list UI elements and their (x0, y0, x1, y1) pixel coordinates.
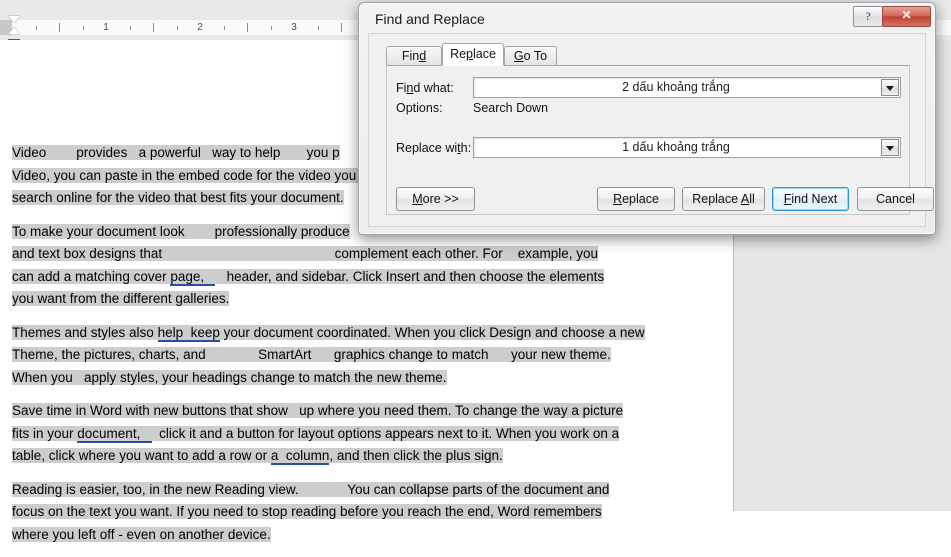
document-paragraph: Themes and styles also help keep your do… (12, 322, 712, 390)
document-text-run: , and then click the plus sign. (329, 448, 502, 463)
ruler-tick (36, 26, 37, 30)
ruler-number: 2 (197, 20, 203, 35)
replace-with-label: Replace with: (396, 141, 471, 155)
ruler-tick (318, 26, 319, 30)
ruler-tick (83, 26, 84, 30)
find-what-combobox[interactable]: 2 dấu khoảng trắng (473, 77, 901, 98)
grammar-flagged-text: page, (170, 269, 215, 286)
replace-all-button[interactable]: Replace All (682, 187, 765, 211)
hanging-indent-marker[interactable] (8, 27, 20, 34)
replace-tab-panel: Find what: 2 dấu khoảng trắng Options: S… (386, 65, 910, 215)
dialog-title-bar[interactable]: Find and Replace ? ✕ (359, 3, 935, 35)
dialog-title: Find and Replace (375, 11, 485, 27)
document-paragraph: Reading is easier, too, in the new Readi… (12, 479, 712, 547)
replace-with-combobox[interactable]: 1 dấu khoảng trắng (473, 137, 901, 158)
ruler-number: 1 (103, 20, 109, 35)
document-text-run: where you left off - even on another dev… (12, 527, 271, 542)
document-text-run: Video provides a powerful way to help yo… (12, 145, 340, 160)
document-text-run: your document coordinated. When you clic… (220, 325, 645, 340)
grammar-flagged-text: document, (77, 426, 151, 443)
dialog-body: Find Replace Go To Find what: 2 dấu khoả… (368, 33, 926, 227)
document-text-run: Video, you can paste in the embed code f… (12, 168, 360, 183)
tab-replace[interactable]: Replace (442, 43, 504, 66)
document-text-run: and text box designs that complement eac… (12, 246, 598, 261)
grammar-flagged-text: help keep (158, 325, 220, 342)
ruler-tick (224, 26, 225, 30)
document-text-run: search online for the video that best fi… (12, 190, 344, 205)
help-icon-button[interactable]: ? (853, 6, 883, 27)
find-and-replace-dialog: Find and Replace ? ✕ Find Replace Go To … (358, 2, 936, 235)
options-value: Search Down (473, 101, 548, 115)
ruler-number: 3 (291, 20, 297, 35)
tab-goto[interactable]: Go To (504, 46, 557, 65)
document-text-run: Theme, the pictures, charts, and SmartAr… (12, 347, 611, 362)
ruler-tick (341, 23, 342, 32)
more-button[interactable]: More >> (396, 187, 475, 211)
cancel-button[interactable]: Cancel (857, 187, 934, 211)
document-text-run: Themes and styles also (12, 325, 158, 340)
chevron-down-icon[interactable] (881, 139, 899, 156)
document-text-run: can add a matching cover (12, 269, 170, 284)
first-line-indent-marker[interactable] (8, 16, 20, 23)
word-application-window: 123456789 Video provides a powerful way … (0, 0, 951, 511)
tab-find[interactable]: Find (386, 46, 442, 65)
document-text-run: you want from the different galleries. (12, 291, 229, 306)
ruler-tick (153, 23, 154, 32)
close-icon-button[interactable]: ✕ (882, 6, 931, 27)
document-text-run: To make your document look professionall… (12, 224, 350, 239)
document-text-run: Reading is easier, too, in the new Readi… (12, 482, 609, 497)
document-text-run: When you apply styles, your headings cha… (12, 370, 447, 385)
options-label: Options: (396, 101, 443, 115)
document-text-run: focus on the text you want. If you need … (12, 504, 602, 519)
replace-button[interactable]: Replace (597, 187, 675, 211)
document-text-run: fits in your (12, 426, 77, 441)
ruler-tick (271, 26, 272, 30)
find-what-label: Find what: (396, 81, 454, 95)
grammar-flagged-text: a column (271, 448, 330, 465)
ruler-tick (177, 26, 178, 30)
document-text-run: Save time in Word with new buttons that … (12, 403, 623, 418)
replace-with-value[interactable]: 1 dấu khoảng trắng (474, 138, 878, 157)
find-what-value[interactable]: 2 dấu khoảng trắng (474, 78, 878, 97)
document-paragraph: Save time in Word with new buttons that … (12, 400, 712, 468)
dialog-tab-strip: Find Replace Go To (386, 43, 906, 65)
find-next-button[interactable]: Find Next (772, 187, 849, 211)
ruler-tick (59, 23, 60, 32)
chevron-down-icon[interactable] (881, 79, 899, 96)
document-text-run: click it and a button for layout options… (152, 426, 620, 441)
document-text-run: header, and sidebar. Click Insert and th… (215, 269, 604, 284)
ruler-tick (247, 23, 248, 32)
ruler-tick (130, 26, 131, 30)
document-text-run: table, click where you want to add a row… (12, 448, 271, 463)
